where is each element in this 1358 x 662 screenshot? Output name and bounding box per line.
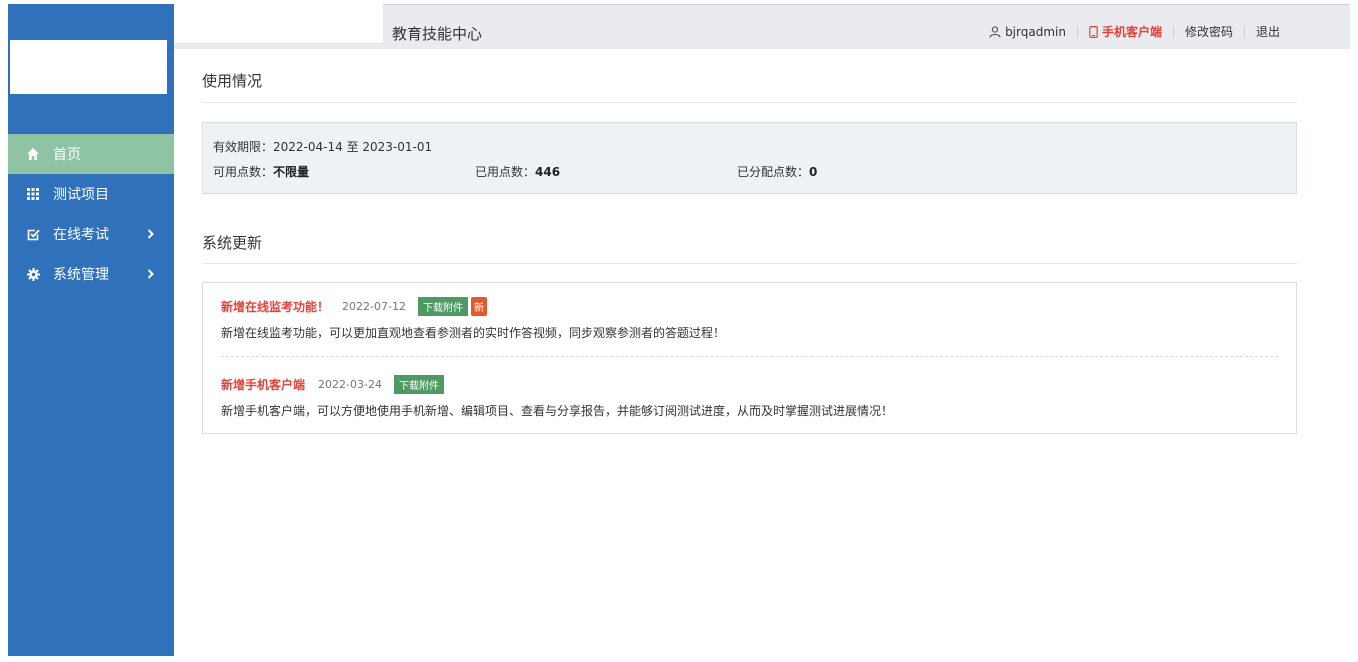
user-menu[interactable]: bjrqadmin — [989, 25, 1066, 39]
available-points-value: 不限量 — [273, 165, 310, 179]
new-badge: 新 — [470, 296, 487, 316]
used-points-label: 已用点数： — [475, 165, 536, 179]
validity-value: 2022-04-14 至 2023-01-01 — [273, 140, 433, 154]
logo — [10, 40, 167, 94]
sidebar-item-label: 首页 — [53, 147, 81, 163]
home-icon — [26, 147, 40, 161]
sidebar-item-label: 在线考试 — [53, 227, 109, 243]
gear-icon — [26, 267, 40, 281]
mobile-client-link[interactable]: 手机客户端 — [1089, 23, 1162, 40]
news-body: 新增手机客户端，可以方便地使用手机新增、编辑项目、查看与分享报告，并能够订阅测试… — [221, 404, 894, 418]
sidebar-item-home[interactable]: 首页 — [8, 134, 174, 174]
list-item: 新增手机客户端 2022-03-24 下载附件 新增手机客户端，可以方便地使用手… — [221, 356, 1278, 419]
allocated-points-label: 已分配点数： — [737, 165, 810, 179]
grid-icon — [26, 187, 40, 201]
download-attachment-button[interactable]: 下载附件 — [393, 374, 444, 394]
allocated-points-value: 0 — [809, 165, 818, 179]
sidebar-item-online-exam[interactable]: 在线考试 — [8, 214, 174, 254]
usage-panel: 有效期限：2022-04-14 至 2023-01-01 可用点数：不限量 已用… — [202, 122, 1297, 194]
sidebar-item-test-projects[interactable]: 测试项目 — [8, 174, 174, 214]
username: bjrqadmin — [1005, 24, 1066, 39]
sidebar-menu: 首页 测试项目 在线考试 系统管理 — [8, 134, 174, 294]
validity-row: 有效期限：2022-04-14 至 2023-01-01 — [213, 138, 1286, 155]
news-header: 新增手机客户端 2022-03-24 下载附件 — [221, 374, 1278, 394]
change-password-link[interactable]: 修改密码 — [1185, 23, 1233, 40]
divider — [1172, 25, 1174, 38]
news-title-link[interactable]: 新增手机客户端 — [221, 376, 305, 393]
logout-link[interactable]: 退出 — [1256, 23, 1280, 40]
sidebar-item-label: 系统管理 — [53, 267, 109, 283]
app-title: 教育技能中心 — [392, 25, 483, 43]
sidebar-item-label: 测试项目 — [53, 187, 109, 203]
checkbox-icon — [26, 227, 40, 241]
main-content: 使用情况 有效期限：2022-04-14 至 2023-01-01 可用点数：不… — [202, 49, 1297, 434]
news-date: 2022-03-24 — [318, 377, 382, 391]
news-title-link[interactable]: 新增在线监考功能！ — [221, 298, 329, 315]
validity-label: 有效期限： — [213, 140, 274, 154]
used-points: 已用点数：446 — [475, 163, 737, 180]
header-actions: bjrqadmin 手机客户端 修改密码 退出 — [989, 23, 1280, 40]
chevron-right-icon — [147, 267, 154, 283]
allocated-points: 已分配点数：0 — [737, 163, 999, 180]
news-header: 新增在线监考功能！ 2022-07-12 下载附件 新 — [221, 296, 1278, 316]
mobile-phone-icon — [1089, 25, 1098, 38]
download-attachment-button[interactable]: 下载附件 — [417, 296, 468, 316]
divider — [1076, 25, 1078, 38]
chevron-right-icon — [147, 227, 154, 243]
updates-list: 新增在线监考功能！ 2022-07-12 下载附件 新 新增在线监考功能，可以更… — [202, 282, 1297, 434]
mobile-client-label: 手机客户端 — [1101, 25, 1162, 39]
list-item: 新增在线监考功能！ 2022-07-12 下载附件 新 新增在线监考功能，可以更… — [221, 296, 1278, 356]
used-points-value: 446 — [535, 165, 561, 179]
updates-section-title: 系统更新 — [202, 228, 1297, 264]
divider — [1243, 25, 1245, 38]
available-points-label: 可用点数： — [213, 165, 274, 179]
available-points: 可用点数：不限量 — [213, 163, 475, 180]
news-body: 新增在线监考功能，可以更加直观地查看参测者的实时作答视频，同步观察参测者的答题过… — [221, 326, 726, 340]
header-logo-area — [174, 4, 383, 43]
news-date: 2022-07-12 — [342, 299, 406, 313]
sidebar: 首页 测试项目 在线考试 系统管理 — [8, 4, 174, 656]
sidebar-item-system-management[interactable]: 系统管理 — [8, 254, 174, 294]
user-icon — [989, 25, 1001, 38]
usage-section-title: 使用情况 — [202, 49, 1297, 103]
points-row: 可用点数：不限量 已用点数：446 已分配点数：0 — [213, 163, 1286, 180]
